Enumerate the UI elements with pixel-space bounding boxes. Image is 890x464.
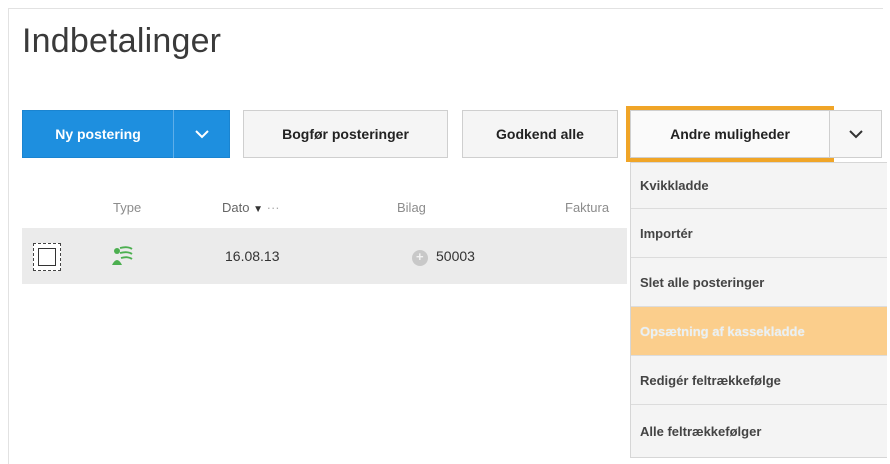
new-posting-split-button[interactable]: Ny postering — [22, 110, 230, 158]
row-voucher[interactable]: 50003 — [436, 248, 475, 264]
more-options-menu: Kvikkladde Importér Slet alle posteringe… — [630, 162, 887, 458]
column-options-icon[interactable]: ··· — [267, 200, 280, 215]
more-options-dropdown-toggle[interactable] — [830, 110, 882, 158]
page-title: Indbetalinger — [22, 22, 222, 60]
menu-item-all-field-orders[interactable]: Alle feltrækkefølger — [631, 405, 887, 457]
column-header-type[interactable]: Type — [113, 200, 141, 215]
column-header-date[interactable]: Dato ▼ ··· — [222, 200, 280, 215]
chevron-down-icon — [848, 129, 863, 138]
menu-item-delete-all-entries[interactable]: Slet alle posteringer — [631, 258, 887, 307]
journal-icon — [110, 243, 134, 272]
approve-all-button[interactable]: Godkend alle — [462, 110, 618, 158]
menu-item-import[interactable]: Importér — [631, 209, 887, 258]
row-select-checkbox[interactable] — [33, 243, 61, 271]
chevron-down-icon[interactable] — [174, 129, 229, 139]
column-header-date-label: Dato — [222, 200, 250, 215]
new-posting-button[interactable]: Ny postering — [23, 126, 173, 142]
voucher-attach-icon[interactable] — [412, 249, 428, 266]
column-header-voucher[interactable]: Bilag — [397, 200, 426, 215]
row-date: 16.08.13 — [225, 248, 280, 264]
menu-item-edit-field-order[interactable]: Redigér feltrækkefølge — [631, 356, 887, 405]
column-header-invoice[interactable]: Faktura — [565, 200, 609, 215]
more-options-button[interactable]: Andre muligheder — [630, 110, 830, 158]
post-entries-button[interactable]: Bogfør posteringer — [243, 110, 448, 158]
sort-desc-icon: ▼ — [253, 204, 263, 215]
menu-item-quick-journal[interactable]: Kvikkladde — [631, 163, 887, 209]
menu-item-cashbook-setup[interactable]: Opsætning af kassekladde — [631, 307, 887, 356]
